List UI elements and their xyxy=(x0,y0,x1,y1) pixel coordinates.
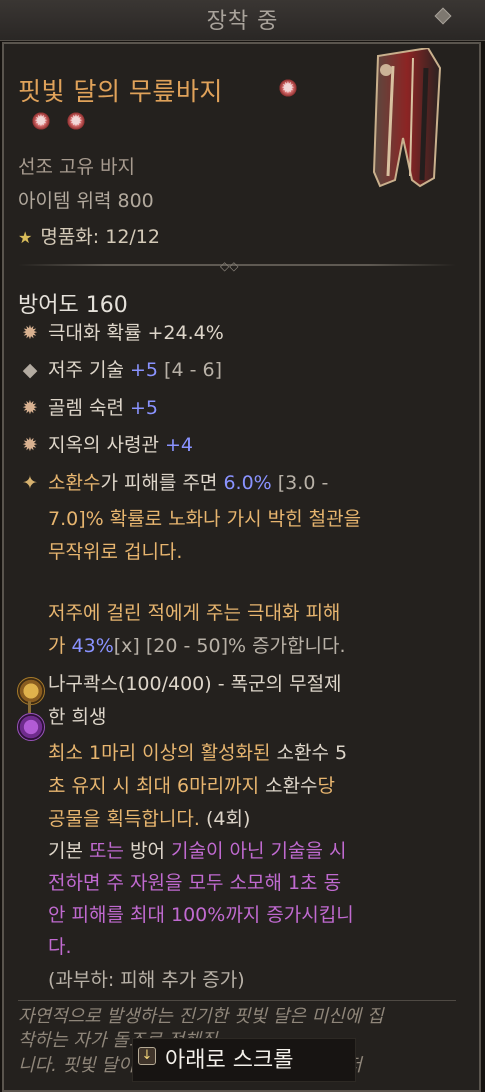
stat-label: 극대화 확률 +24.4% xyxy=(48,322,224,344)
unique-effect-line3: 무작위로 겁니다. xyxy=(48,539,458,566)
sealed-line4: 기본 또는 방어 기술이 아닌 기술을 시 xyxy=(48,838,458,865)
sealed-line5: 전하면 주 자원을 모두 소모해 1초 동 xyxy=(48,870,458,897)
sealed-line3: 공물을 획득합니다. (4회) xyxy=(48,806,458,833)
sealed-line6: 안 피해를 최대 100%까지 증가시킵니 xyxy=(48,902,458,929)
flavor-line1: 자연적으로 발생하는 진기한 핏빛 달은 미신에 집 xyxy=(18,1006,384,1027)
bonus-text: 에 걸린 적에게 주는 극대화 피해 xyxy=(82,602,341,624)
stat-value: +4 xyxy=(164,434,193,456)
sealed-text: 소환수 5 xyxy=(276,742,348,764)
gear-bullet-icon: ✹ xyxy=(22,434,38,456)
sealed-text: 초 유지 시 최대 6마리까지 xyxy=(48,775,266,797)
unique-effect-line1: ✦ 소환수가 피해를 주면 6.0% [3.0 - xyxy=(22,471,452,497)
gear-bullet-icon: ✹ xyxy=(22,397,38,419)
bonus-value: 43% xyxy=(71,635,114,657)
item-power: 아이템 위력 800 xyxy=(18,190,154,212)
scroll-down-label[interactable]: 아래로 스크롤 xyxy=(165,1042,293,1074)
mastery-row: ★ 명품화: 12/12 xyxy=(18,222,160,249)
diamond-bullet-icon: ◆ xyxy=(22,359,38,381)
item-name: 핏빛 달의 무릎바지 xyxy=(18,77,223,106)
bonus-line2: 가 43%[x] [20 - 50]% 증가합니다. xyxy=(48,633,458,660)
bonus-line1: 저주에 걸린 적에게 주는 극대화 피해 xyxy=(48,600,458,627)
armor-value: 방어도 160 xyxy=(18,293,128,318)
item-type: 선조 고유 바지 xyxy=(18,156,135,178)
sealed-text: 당 xyxy=(317,775,336,797)
gear-bullet-icon: ✹ xyxy=(22,322,38,344)
sealed-text: 전하면 주 자원을 모두 소모해 1초 동 xyxy=(48,872,342,894)
stat-line: ◆ 저주 기술 +5 [4 - 6] xyxy=(22,358,452,384)
scroll-down-icon: ↓ xyxy=(138,1047,156,1065)
sealed-text: 소환수 xyxy=(265,775,318,797)
sealed-text: 기술이 아닌 기술을 시 xyxy=(171,840,347,862)
sealed-line2: 초 유지 시 최대 6마리까지 소환수당 xyxy=(48,773,458,800)
socket-gem-icon: ✹ xyxy=(66,111,86,131)
socket-gem-icon: ✹ xyxy=(31,111,51,131)
unique-keyword: 소환수 xyxy=(48,472,101,494)
unique-bullet-icon: ✦ xyxy=(22,472,38,494)
sealed-line8: (과부하: 피해 추가 증가) xyxy=(48,967,458,994)
sealed-title: 한 희생 xyxy=(48,706,107,728)
stat-line: ✹ 골렘 숙련 +5 xyxy=(22,396,452,422)
sealed-text: (과부하: 피해 추가 증가) xyxy=(48,969,245,991)
stat-value: +5 xyxy=(130,397,159,419)
flavor-divider xyxy=(18,1000,456,1001)
gold-rune-icon xyxy=(17,677,45,705)
stat-value: +5 xyxy=(130,359,159,381)
sealed-text: 공물을 획득합니다. xyxy=(48,808,206,830)
pants-icon xyxy=(372,48,442,188)
unique-value: 6.0% xyxy=(223,472,272,494)
stat-label: 저주 기술 xyxy=(48,359,130,381)
purple-rune-icon xyxy=(17,713,45,741)
sealed-text: 안 피해를 최대 100%까지 증가시킵니 xyxy=(48,904,354,926)
sealed-line1: 최소 1마리 이상의 활성화된 소환수 5 xyxy=(48,740,458,767)
star-icon: ★ xyxy=(18,228,33,247)
unique-text: 가 피해를 주면 xyxy=(100,472,224,494)
sealed-title-line1: 나구콱스(100/400) - 폭군의 무절제 xyxy=(48,671,458,698)
divider-ornament-icon: ◇◇ xyxy=(220,259,239,273)
stat-line: ✹ 지옥의 사령관 +4 xyxy=(22,433,452,459)
equipped-title: 장착 중 xyxy=(206,9,279,34)
sealed-text: 또는 xyxy=(89,840,130,862)
sealed-text: 방어 xyxy=(130,840,171,862)
sealed-title-line2: 한 희생 xyxy=(48,704,458,731)
sealed-text: 다. xyxy=(48,936,72,958)
bonus-text: [x] [20 - 50]% 증가합니다. xyxy=(113,635,346,657)
unique-text: 7.0]% 확률로 노화나 가시 박힌 철관을 xyxy=(48,508,362,530)
sealed-text: (4회) xyxy=(205,808,251,830)
sealed-line7: 다. xyxy=(48,934,458,961)
stat-range: [4 - 6] xyxy=(158,359,222,381)
stat-line: ✹ 극대화 확률 +24.4% xyxy=(22,321,452,347)
unique-effect-line2: 7.0]% 확률로 노화나 가시 박힌 철관을 xyxy=(48,506,458,533)
mastery-text: 명품화: 12/12 xyxy=(40,226,160,248)
stat-label: 골렘 숙련 xyxy=(48,397,130,419)
unique-range: [3.0 - xyxy=(271,472,329,494)
bonus-text: 가 xyxy=(48,635,72,657)
socket-gem-icon: ✹ xyxy=(278,78,298,98)
sealed-text: 최소 1마리 이상의 활성화된 xyxy=(48,742,277,764)
sealed-text: 기본 xyxy=(48,840,89,862)
sealed-title: 나구콱스(100/400) - 폭군의 무절제 xyxy=(48,673,342,695)
unique-text: 무작위로 겁니다. xyxy=(48,541,183,563)
stat-label: 지옥의 사령관 xyxy=(48,434,165,456)
rune-link-icon xyxy=(28,701,31,713)
equipped-header: 장착 중 xyxy=(0,0,485,41)
bonus-keyword: 저주 xyxy=(48,602,83,624)
